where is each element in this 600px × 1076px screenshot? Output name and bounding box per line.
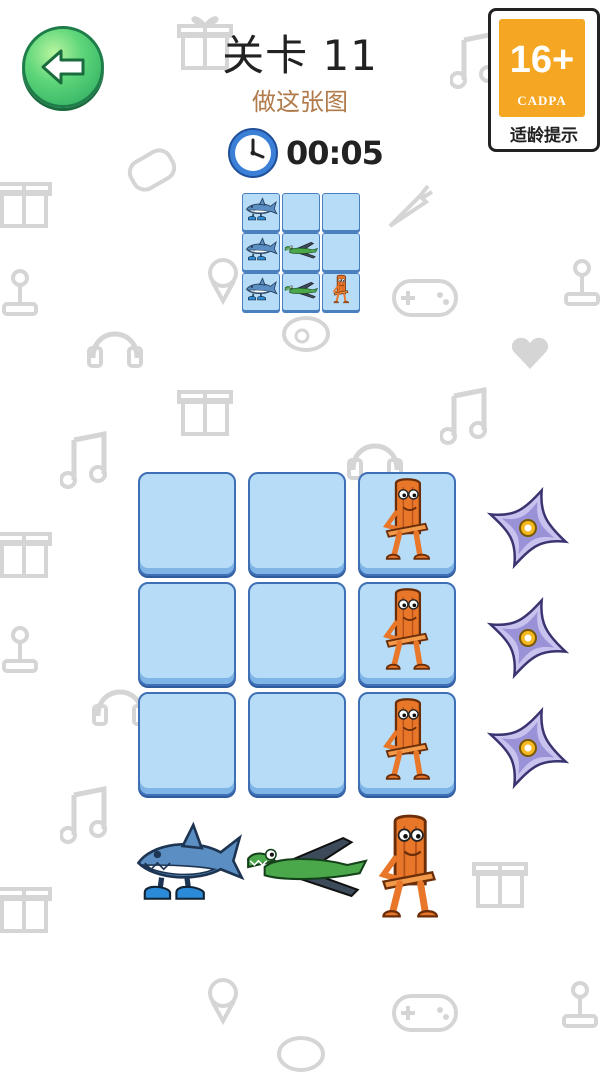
preview-cell xyxy=(322,193,360,231)
headphones-icon xyxy=(87,331,143,368)
gamepad-icon xyxy=(392,994,458,1032)
joystick-icon xyxy=(2,269,38,316)
joystick-icon xyxy=(564,259,600,306)
age-rating-org: CADPA xyxy=(517,93,567,108)
handheld-console-icon xyxy=(127,148,177,192)
board-tile[interactable] xyxy=(248,472,346,576)
gift-icon xyxy=(0,182,52,228)
age-rating-number: 16+ xyxy=(509,39,575,81)
gift-icon xyxy=(472,862,528,908)
wood-man-character-thumbnail xyxy=(324,274,358,310)
preview-cell xyxy=(282,233,320,271)
shuriken-icon[interactable] xyxy=(486,486,570,570)
preview-cell xyxy=(242,193,280,231)
age-rating-tip: 适龄提示 xyxy=(510,126,578,146)
music-note-icon xyxy=(60,430,107,489)
shark-character-thumbnail xyxy=(244,194,278,230)
preview-cell xyxy=(242,273,280,311)
shuriken-icon[interactable] xyxy=(486,706,570,790)
age-rating-panel: 16+ CADPA xyxy=(499,19,585,117)
joystick-icon xyxy=(2,626,38,673)
board-tile[interactable] xyxy=(138,582,236,686)
shark-character-thumbnail xyxy=(244,274,278,310)
music-note-icon xyxy=(440,386,487,445)
crocodile-plane-character-thumbnail xyxy=(284,234,318,270)
gift-icon xyxy=(177,390,233,436)
crocodile-plane-character-draggable[interactable] xyxy=(244,828,368,908)
shark-character-draggable[interactable] xyxy=(130,810,246,924)
icecream-icon xyxy=(208,258,238,305)
clock-icon xyxy=(228,128,278,178)
timer-value: 00:05 xyxy=(286,134,384,172)
wood-man-character-draggable[interactable] xyxy=(372,812,446,932)
shark-character-thumbnail xyxy=(244,234,278,270)
board-tile[interactable] xyxy=(138,692,236,796)
preview-cell xyxy=(282,193,320,231)
board-tile[interactable] xyxy=(138,472,236,576)
heart-icon xyxy=(511,337,549,369)
wood-man-character xyxy=(379,476,435,572)
preview-cell xyxy=(322,273,360,311)
joystick-icon xyxy=(562,981,598,1028)
timer: 00:05 xyxy=(226,126,384,180)
preview-cell xyxy=(282,273,320,311)
wood-man-character xyxy=(379,696,435,792)
puzzle-board xyxy=(138,472,460,802)
board-tile[interactable] xyxy=(248,582,346,686)
gift-icon xyxy=(0,532,52,578)
gamepad-icon xyxy=(392,279,458,317)
board-tile[interactable] xyxy=(358,582,456,686)
music-note-icon xyxy=(60,785,107,844)
age-rating-badge[interactable]: 16+ CADPA 适龄提示 xyxy=(488,8,600,152)
wood-man-character xyxy=(379,586,435,682)
board-tile[interactable] xyxy=(248,692,346,796)
carrot-icon xyxy=(388,184,434,228)
weibo-icon xyxy=(277,1036,325,1072)
crocodile-plane-character-thumbnail xyxy=(284,274,318,310)
target-pattern-preview xyxy=(242,193,360,315)
preview-cell xyxy=(242,233,280,271)
icecream-icon xyxy=(208,978,238,1025)
gift-icon xyxy=(0,887,52,933)
board-tile[interactable] xyxy=(358,692,456,796)
shuriken-icon[interactable] xyxy=(486,596,570,680)
board-tile[interactable] xyxy=(358,472,456,576)
preview-cell xyxy=(322,233,360,271)
